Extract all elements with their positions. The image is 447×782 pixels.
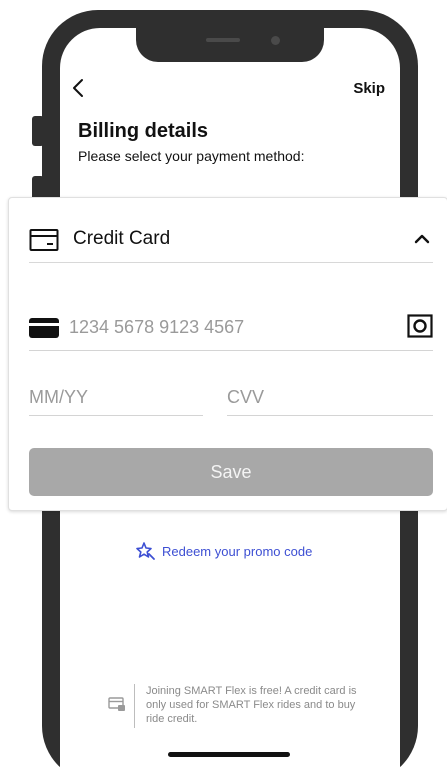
expiry-input[interactable] [29,387,203,408]
phone-side-button [32,116,44,146]
credit-card-accordion-header[interactable]: Credit Card [29,226,433,263]
page-title: Billing details [78,120,209,142]
info-text: Joining SMART Flex is free! A credit car… [146,685,357,725]
payment-method-card: Credit Card Save [8,197,447,511]
info-divider [134,684,135,728]
camera-scan-icon[interactable] [407,314,433,338]
save-button[interactable]: Save [29,448,433,496]
card-lock-icon [108,697,125,711]
star-ticket-icon [136,542,155,560]
cvv-field [227,383,433,416]
card-number-input[interactable] [69,317,389,338]
phone-notch [136,10,324,62]
front-camera [271,36,280,45]
home-indicator[interactable] [168,752,290,757]
skip-button[interactable]: Skip [353,80,385,97]
speaker [206,38,240,42]
cvv-input[interactable] [227,387,433,408]
credit-card-filled-icon [29,318,59,338]
card-number-field [29,310,433,351]
chevron-left-icon[interactable] [70,78,88,98]
expiry-field [29,383,203,416]
credit-card-outline-icon [29,229,59,251]
payment-method-label: Credit Card [73,228,171,249]
page-subtitle: Please select your payment method: [78,148,305,164]
redeem-promo-link[interactable]: Redeem your promo code [136,541,312,561]
chevron-up-icon[interactable] [413,230,431,248]
promo-link-label: Redeem your promo code [162,543,313,559]
info-note: Joining SMART Flex is free! A credit car… [108,684,368,732]
